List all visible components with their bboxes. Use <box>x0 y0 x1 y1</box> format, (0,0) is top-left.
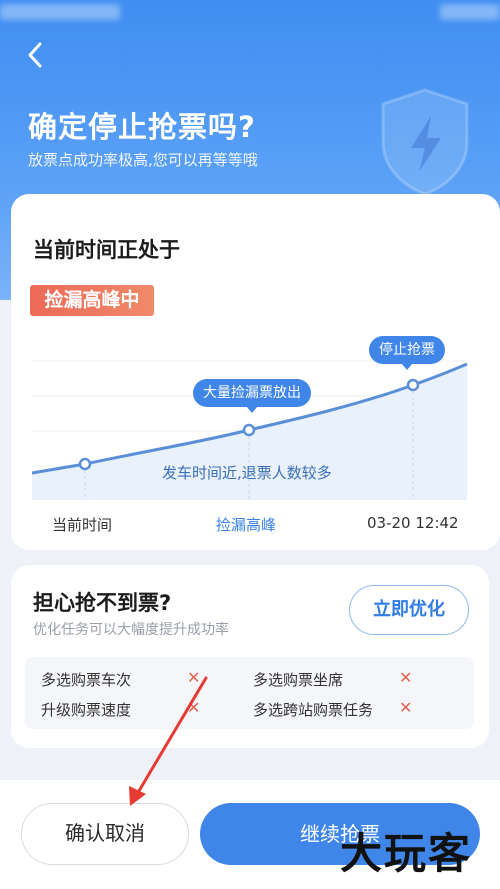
annotation-arrow <box>129 676 208 806</box>
watermark-logo: 大玩客 <box>340 829 473 878</box>
